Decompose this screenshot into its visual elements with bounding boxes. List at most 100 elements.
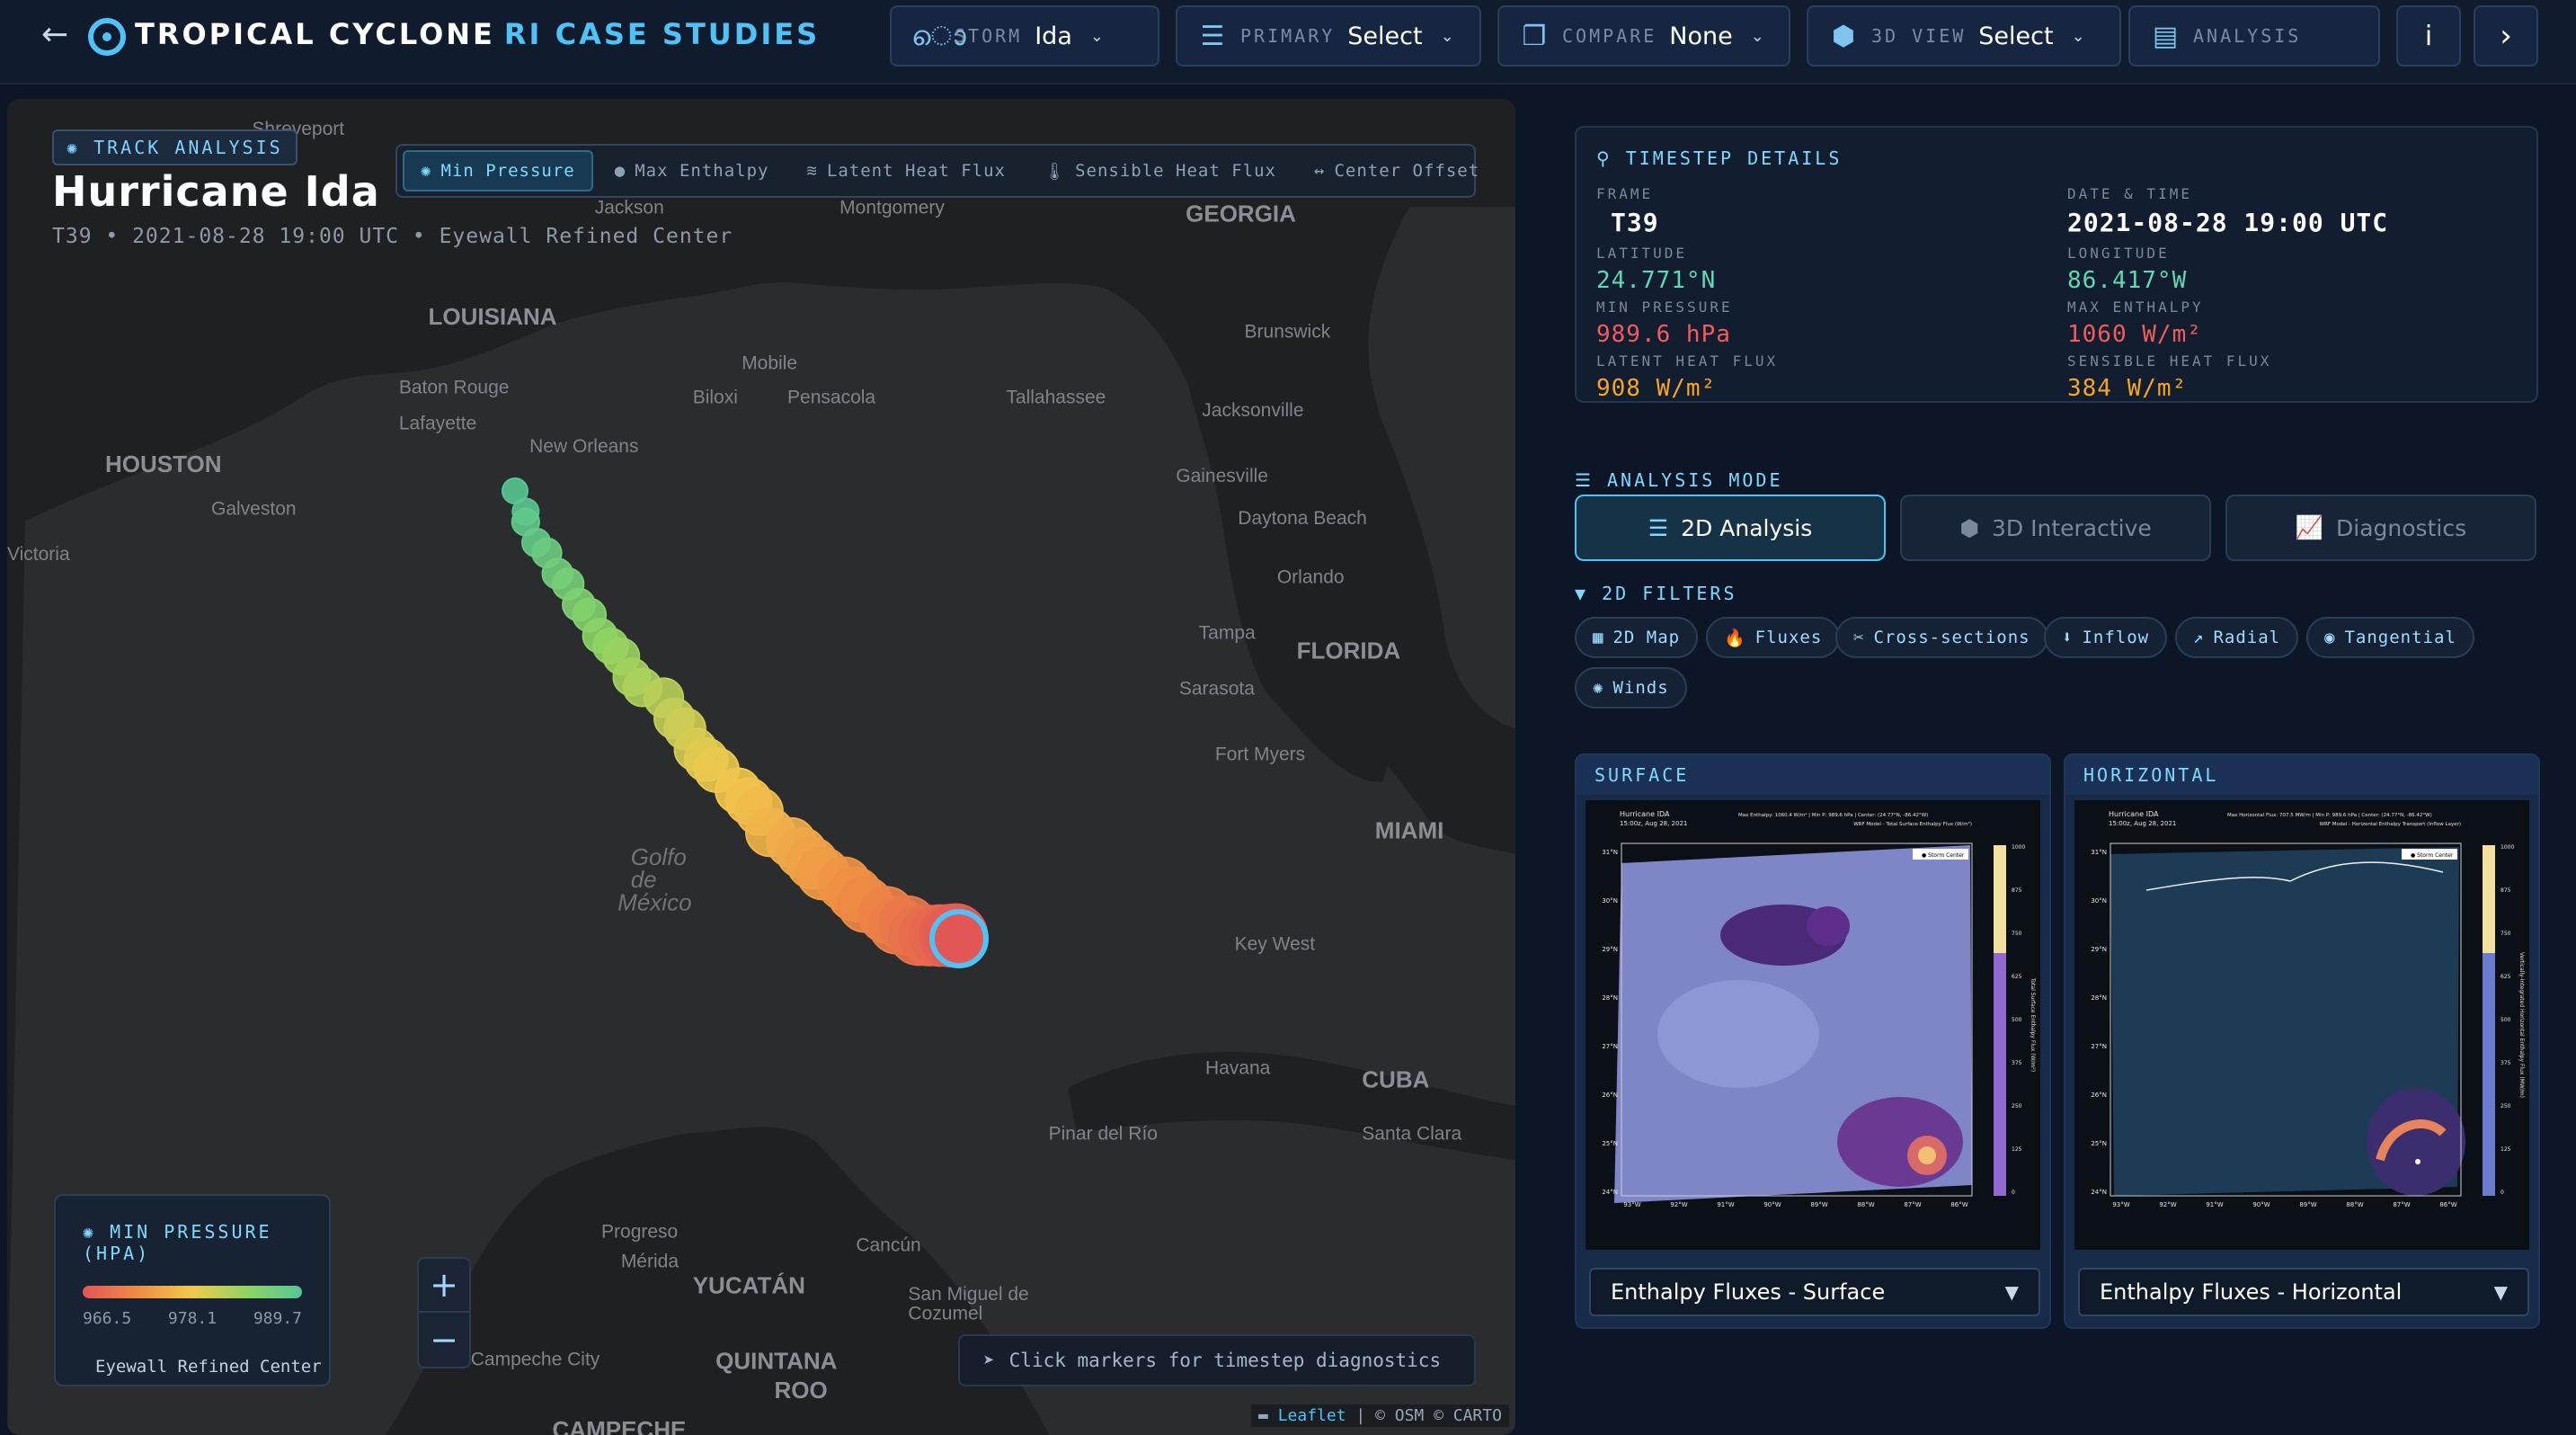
select-value: Enthalpy Fluxes - Surface [1611, 1279, 1886, 1305]
metric-tab-latent-heat-flux[interactable]: ≋ Latent Heat Flux [790, 150, 1021, 192]
filter-chip-2d-map[interactable]: ▦ 2D Map [1575, 617, 1699, 658]
metric-tab-label: Sensible Heat Flux [1075, 161, 1276, 181]
colorbar-tick: 1000 [2012, 844, 2025, 851]
field-label: DATE & TIME [2067, 185, 2192, 202]
place-label: QUINTANA [715, 1347, 838, 1374]
figure-title: Hurricane IDA [1620, 810, 1670, 818]
field-max-enthalpy: MAX ENTHALPY 1060 W/m² [2067, 299, 2204, 348]
field-sensible-heat-flux: SENSIBLE HEAT FLUX 384 W/m² [2067, 352, 2271, 402]
place-label: Sarasota [1179, 678, 1255, 699]
place-label: Biloxi [693, 388, 738, 408]
chip-label: Cross-sections [1873, 628, 2030, 647]
filter-chip-tangential[interactable]: ◉ Tangential [2306, 617, 2474, 658]
colorbar-tick: 375 [2012, 1060, 2022, 1066]
next-button[interactable]: › [2474, 5, 2538, 67]
chip-icon: ▦ [1593, 628, 1604, 647]
colorbar-tick: 1000 [2500, 844, 2514, 851]
lon-tick: 93°W [1623, 1201, 1640, 1208]
field-value: T39 [1611, 208, 1659, 237]
timestep-title: ⚲ TIMESTEP DETAILS [1596, 147, 1843, 169]
place-label: San Miguel de [908, 1284, 1028, 1305]
lon-tick: 86°W [1950, 1201, 1968, 1208]
place-label: Galveston [211, 498, 297, 519]
flux-blob [1837, 1097, 1963, 1187]
mode-diagnostics[interactable]: 📈 Diagnostics [2225, 495, 2536, 561]
map-view[interactable]: Shreveport Jackson Montgomery GEORGIA LOUISI… [7, 99, 1515, 1435]
app-title: TROPICAL CYCLONE RI CASE STUDIES [135, 17, 821, 51]
metric-icon: ↔ [1313, 161, 1326, 181]
leaflet-link[interactable]: Leaflet [1278, 1406, 1346, 1425]
metric-tab-label: Min Pressure [440, 161, 575, 181]
place-label: Cozumel [908, 1304, 982, 1324]
chevron-right-icon: › [2500, 18, 2512, 54]
sliders-icon: ☰ [1575, 469, 1607, 491]
filter-chip-fluxes[interactable]: 🔥 Fluxes [1706, 617, 1841, 658]
figure-svg: Hurricane IDA 15:00z, Aug 28, 2021 Max Ent… [1586, 800, 2040, 1250]
analysis-button[interactable]: ▤ ANALYSIS [2128, 5, 2380, 67]
click-hint: ➤ Click markers for timestep diagnostics [958, 1334, 1476, 1386]
place-label: Jacksonville [1202, 400, 1303, 421]
field-label: LATENT HEAT FLUX [1596, 352, 1779, 370]
figure-caption: Max Horizontal Flux: 707.5 MW/m | Min P:… [2227, 813, 2432, 818]
chevron-down-icon: ⌄ [1089, 26, 1104, 46]
panel-select[interactable]: Enthalpy Fluxes - Horizontal ▼ [2078, 1268, 2529, 1316]
lat-tick: 26°N [1602, 1092, 1618, 1099]
chip-label: Inflow [2082, 628, 2150, 647]
filter-chip-inflow[interactable]: ⬇ Inflow [2044, 617, 2168, 658]
lat-tick: 25°N [1602, 1140, 1618, 1147]
mode-3d-interactive[interactable]: ⬢ 3D Interactive [1900, 495, 2211, 561]
current-track-marker[interactable] [929, 909, 989, 968]
field-value: 908 W/m² [1596, 375, 1717, 402]
mode-label: Diagnostics [2336, 514, 2467, 541]
cyclone-small-icon: ✺ [67, 137, 94, 158]
lat-tick: 28°N [2091, 994, 2107, 1002]
place-label: Mobile [742, 352, 797, 373]
metric-tab-center-offset[interactable]: ↔ Center Offset [1298, 150, 1496, 192]
zoom-out-button[interactable]: − [419, 1313, 469, 1367]
place-label: Cancún [856, 1234, 920, 1255]
colorbar-tick: 250 [2500, 1103, 2511, 1110]
info-button[interactable]: i [2396, 5, 2461, 67]
zoom-in-button[interactable]: + [419, 1259, 469, 1313]
figure-image[interactable]: Hurricane IDA 15:00z, Aug 28, 2021 Max Ent… [1586, 800, 2040, 1250]
field-frame: FRAME T39 [1596, 185, 1659, 237]
field-value: 384 W/m² [2067, 375, 2188, 402]
field-label: MAX ENTHALPY [2067, 299, 2204, 316]
colorbar-tick: 250 [2012, 1103, 2022, 1110]
place-label: YUCATÁN [693, 1272, 805, 1299]
legend-marker-item: Eyewall Refined Center [95, 1357, 322, 1377]
place-label: Lafayette [399, 414, 476, 434]
map-pin-icon: ⚲ [1596, 147, 1626, 169]
filter-chip-winds[interactable]: ✺ Winds [1575, 667, 1687, 709]
filter-chip-radial[interactable]: ↗ Radial [2175, 617, 2299, 658]
storm-subtitle: T39 • 2021-08-28 19:00 UTC • Eyewall Ref… [52, 225, 733, 248]
filter-chip-cross-sections[interactable]: ✂ Cross-sections [1835, 617, 2048, 658]
metric-tab-min-pressure[interactable]: ✺ Min Pressure [403, 150, 593, 192]
colorbar-tick: 125 [2500, 1146, 2511, 1153]
lat-tick: 29°N [2091, 946, 2107, 953]
storm-selector[interactable]: ൊ STORM Ida ⌄ [890, 5, 1159, 67]
chip-label: Tangential [2344, 628, 2456, 647]
primary-selector[interactable]: ☰ PRIMARY Select ⌄ [1176, 5, 1481, 67]
panel-select[interactable]: Enthalpy Fluxes - Surface ▼ [1589, 1268, 2040, 1316]
3d-view-selector[interactable]: ⬢ 3D VIEW Select ⌄ [1807, 5, 2121, 67]
place-label: ROO [775, 1377, 828, 1404]
lat-tick: 24°N [2091, 1189, 2107, 1196]
metric-icon: ≋ [806, 161, 818, 181]
metric-tab-sensible-heat-flux[interactable]: 🌡 Sensible Heat Flux [1027, 150, 1292, 192]
colorbar-tick: 750 [2500, 931, 2511, 937]
place-label: Fort Myers [1215, 744, 1305, 764]
copy-icon: ❐ [1522, 20, 1547, 52]
lat-tick: 30°N [1602, 897, 1618, 905]
legend-title: ✺ MIN PRESSURE (HPA) [83, 1221, 272, 1264]
colorbar-tick: 500 [2012, 1017, 2022, 1023]
metric-tabs: ✺ Min Pressure ● Max Enthalpy ≋ Latent Heat F… [395, 144, 1479, 198]
flux-blob [1807, 906, 1850, 946]
mode-2d-analysis[interactable]: ☰ 2D Analysis [1575, 495, 1886, 561]
chip-label: Radial [2213, 628, 2281, 647]
back-arrow-icon[interactable]: ← [41, 16, 68, 53]
figure-image[interactable]: Hurricane IDA 15:00z, Aug 28, 2021 Max Hor… [2074, 800, 2529, 1250]
compare-selector[interactable]: ❐ COMPARE None ⌄ [1497, 5, 1790, 67]
metric-tab-max-enthalpy[interactable]: ● Max Enthalpy [599, 150, 786, 192]
lon-tick: 88°W [1857, 1201, 1874, 1208]
